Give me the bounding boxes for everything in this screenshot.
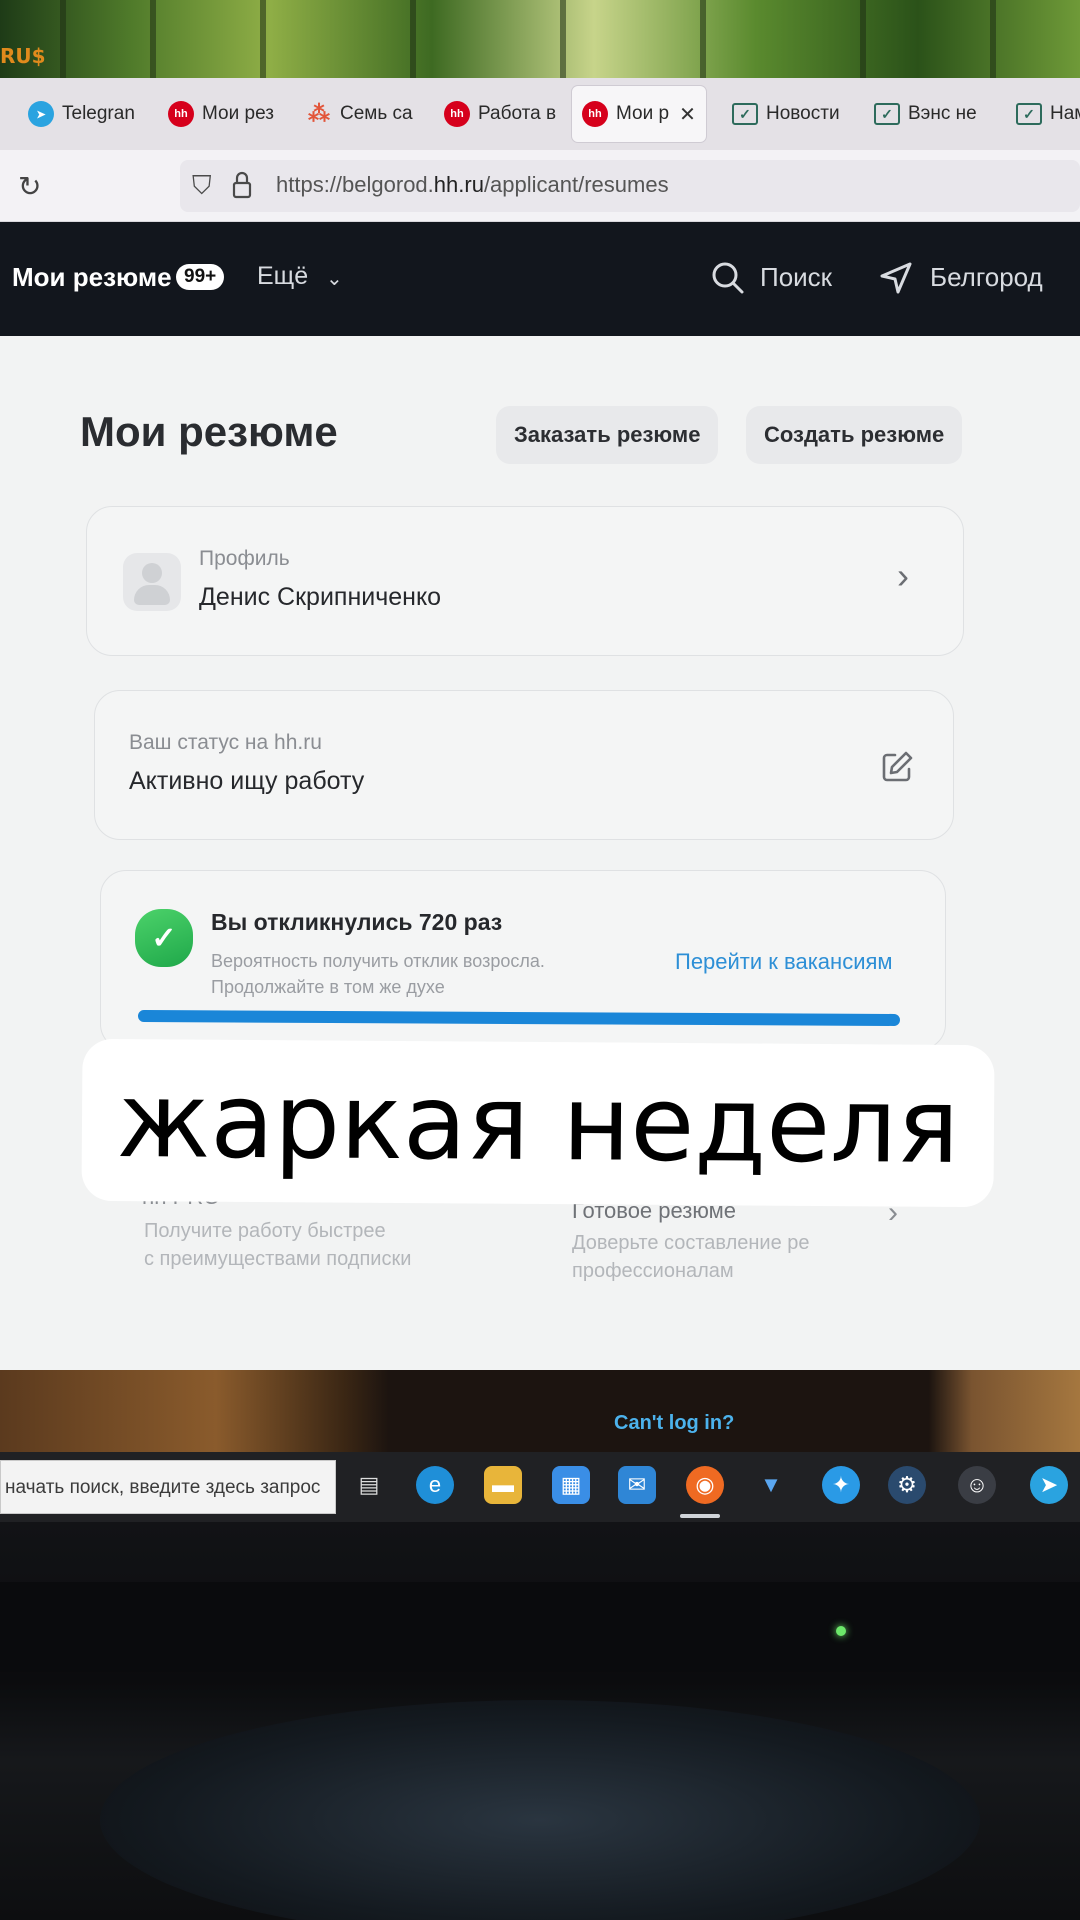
tab-my-resumes-active[interactable]: hh Мои р ✕ [572, 86, 706, 142]
tab-label: Мои рез [202, 103, 274, 124]
telegram-icon: ➤ [28, 101, 54, 127]
url-path: /applicant/resumes [483, 172, 669, 197]
location-arrow-icon[interactable] [878, 260, 914, 296]
my-resumes-nav-link[interactable]: Мои резюме [12, 262, 172, 293]
tab-label: Нам [1050, 103, 1080, 124]
tab-nam[interactable]: ✓ Нам [1006, 86, 1080, 142]
taskbar-search-box[interactable]: начать поиск, введите здесь запрос [0, 1460, 336, 1514]
url-text: https://belgorod.hh.ru/applicant/resumes [276, 172, 669, 198]
document-icon: ✓ [732, 103, 758, 125]
shield-icon[interactable]: ⛉ [192, 170, 212, 202]
firefox-icon[interactable]: ◉ [686, 1466, 724, 1504]
site-header: Мои резюме 99+ Ещё ⌄ Поиск Белгород [0, 222, 1080, 336]
tab-label: Вэнс не [908, 103, 977, 124]
tab-label: Семь са [340, 103, 413, 124]
app-icon[interactable]: ✦ [822, 1466, 860, 1504]
overlay-caption: жаркая неделя [116, 1059, 960, 1187]
status-label: Ваш статус на hh.ru [129, 731, 322, 754]
overlay-caption-box: жаркая неделя [81, 1038, 995, 1208]
tab-label: Telegran [62, 103, 135, 124]
telegram-icon[interactable]: ➤ [1030, 1466, 1068, 1504]
edit-icon[interactable] [879, 749, 915, 785]
hh-icon: hh [444, 101, 470, 127]
lock-icon[interactable] [232, 170, 252, 200]
search-link[interactable]: Поиск [760, 262, 832, 293]
power-led-icon [836, 1626, 846, 1636]
order-resume-button[interactable]: Заказать резюме [496, 406, 719, 464]
url-prefix: https://belgorod. [276, 172, 434, 197]
tab-seven[interactable]: ⁂ Семь са [296, 86, 414, 142]
url-domain: hh.ru [433, 172, 484, 197]
semicircles-icon: ⁂ [308, 101, 330, 126]
document-icon: ✓ [874, 103, 900, 125]
browser-tab-bar: ➤ Telegran hh Мои рез ⁂ Семь са hh Работ… [0, 78, 1080, 150]
resumes-page: Мои резюме Заказать резюме Создать резюм… [0, 336, 1080, 1376]
vpn-icon[interactable]: ▼ [752, 1466, 790, 1504]
edge-icon[interactable]: e [416, 1466, 454, 1504]
responses-subtitle: Вероятность получить отклик возросла. [211, 951, 545, 971]
job-status-card: Ваш статус на hh.ru Активно ищу работу [94, 690, 954, 840]
tab-vance[interactable]: ✓ Вэнс не [864, 86, 988, 142]
cant-log-in-link[interactable]: Can't log in? [614, 1412, 734, 1435]
tab-work[interactable]: hh Работа в [434, 86, 558, 142]
file-explorer-icon[interactable]: ▬ [484, 1466, 522, 1504]
browser-nav-bar: ↻ ⛉ https://belgorod.hh.ru/applicant/res… [0, 150, 1080, 222]
hh-pro-subtitle: Получите работу быстрее [144, 1220, 386, 1242]
tab-label: Работа в [478, 103, 557, 124]
tab-my-resumes[interactable]: hh Мои рез [158, 86, 276, 142]
chevron-down-icon[interactable]: ⌄ [326, 266, 343, 291]
steam-icon[interactable]: ⚙ [888, 1466, 926, 1504]
resumes-count-badge: 99+ [176, 264, 225, 290]
tab-label: Новости [766, 103, 840, 124]
profile-card[interactable]: Профиль Денис Скрипниченко › [86, 506, 964, 656]
hh-icon: hh [168, 101, 194, 127]
avatar [123, 553, 181, 611]
discord-icon[interactable]: ☺ [958, 1466, 996, 1504]
status-value: Активно ищу работу [129, 767, 365, 795]
responses-title: Вы откликнулись 720 раз [211, 909, 503, 935]
create-resume-button[interactable]: Создать резюме [746, 406, 963, 464]
tab-news[interactable]: ✓ Новости [722, 86, 848, 142]
desktop-wallpaper: RU$ [0, 0, 1080, 82]
profile-label: Профиль [199, 547, 290, 570]
store-icon[interactable]: ▦ [552, 1466, 590, 1504]
more-menu[interactable]: Ещё [257, 262, 308, 291]
document-icon: ✓ [1016, 103, 1042, 125]
close-icon[interactable]: ✕ [679, 102, 696, 127]
responses-subtitle-2: Продолжайте в том же духе [211, 977, 445, 997]
go-to-vacancies-link[interactable]: Перейти к вакансиям [675, 949, 893, 975]
bezel-strip [0, 1582, 1080, 1672]
tab-label: Мои р [616, 103, 670, 124]
mail-icon[interactable]: ✉ [618, 1466, 656, 1504]
page-title: Мои резюме [80, 408, 338, 455]
tab-telegram[interactable]: ➤ Telegran [18, 86, 150, 142]
search-icon[interactable] [710, 260, 746, 296]
wallpaper-corner-text: RU$ [0, 44, 46, 68]
hh-pro-subtitle-2: с преимуществами подписки [144, 1248, 412, 1270]
ready-resume-subtitle-2: профессионалам [572, 1260, 734, 1282]
ready-resume-subtitle: Доверьте составление ре [572, 1232, 810, 1254]
photo-of-monitor: RU$ ➤ Telegran hh Мои рез ⁂ Семь са hh Р… [0, 0, 1080, 1920]
reload-icon[interactable]: ↻ [18, 170, 41, 203]
chevron-right-icon[interactable]: › [897, 555, 909, 597]
hh-icon: hh [582, 101, 608, 127]
active-app-indicator [680, 1514, 720, 1518]
address-bar[interactable]: ⛉ https://belgorod.hh.ru/applicant/resum… [180, 160, 1080, 212]
profile-name: Денис Скрипниченко [199, 583, 442, 611]
check-icon: ✓ [135, 909, 193, 967]
city-selector[interactable]: Белгород [930, 262, 1043, 293]
task-view-icon[interactable]: ▤ [350, 1466, 388, 1504]
taskbar-search-placeholder: начать поиск, введите здесь запрос [5, 1477, 321, 1498]
taskbar: начать поиск, введите здесь запрос ▤ e ▬… [0, 1452, 1080, 1522]
